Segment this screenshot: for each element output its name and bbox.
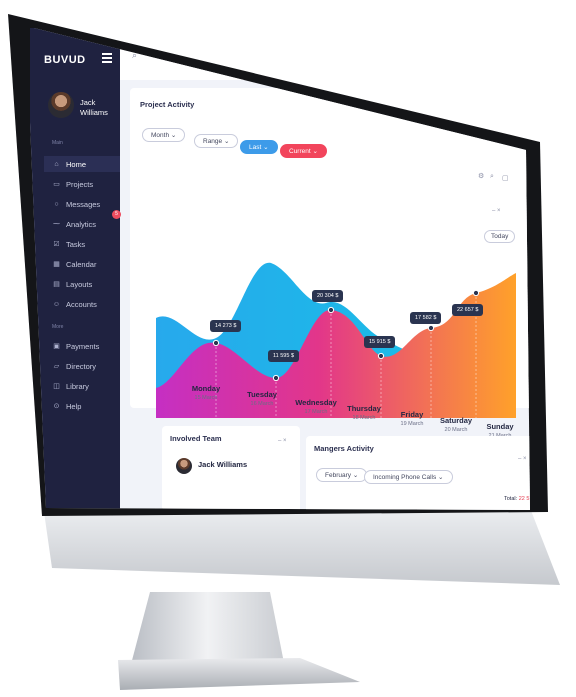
value-tooltip: 14 273 $: [210, 320, 242, 332]
calendar-icon: ▦: [53, 261, 60, 268]
gear-icon[interactable]: ⚙: [478, 172, 484, 180]
pill-label: Incoming Phone Calls: [373, 473, 437, 481]
sidebar-item-directory[interactable]: ▱ Directory: [44, 358, 120, 374]
value-tooltip: 20 304 $: [312, 290, 344, 302]
chevron-down-icon: ⌄: [438, 474, 444, 481]
sidebar-item-projects[interactable]: ▭ Projects: [44, 176, 120, 192]
last-filter[interactable]: Last ⌄: [240, 140, 278, 154]
sidebar-item-layouts[interactable]: ▤ Layouts: [44, 276, 120, 292]
value-tooltip: 11 595 $: [268, 350, 300, 362]
user-name: Jack Williams: [80, 98, 108, 117]
sidebar-item-label: Payments: [66, 341, 100, 351]
day-label: Monday: [191, 384, 221, 393]
chevron-down-icon: ⌄: [263, 144, 269, 151]
chevron-down-icon: ⌄: [352, 472, 359, 479]
sidebar-item-accounts[interactable]: ☺ Accounts: [44, 296, 120, 312]
brand-logo: BUVUD: [44, 54, 86, 66]
chevron-down-icon: ⌄: [170, 132, 177, 139]
avatar[interactable]: [176, 458, 192, 474]
collapse-icon[interactable]: – ×: [492, 208, 501, 214]
sidebar-item-label: Messages: [66, 199, 101, 209]
sidebar-item-label: Directory: [66, 361, 97, 371]
date-label: 16 March: [250, 401, 274, 407]
data-point[interactable]: [272, 374, 280, 382]
month-filter[interactable]: Month ⌄: [142, 128, 186, 142]
data-point[interactable]: [427, 324, 435, 332]
avatar[interactable]: [48, 92, 74, 118]
date-label: 15 March: [194, 395, 218, 401]
current-filter[interactable]: Current ⌄: [280, 144, 327, 158]
card-title: Involved Team: [170, 434, 222, 443]
sidebar-item-analytics[interactable]: ⁓ Analytics: [44, 216, 120, 232]
pill-label: Month: [151, 131, 170, 139]
section-label-more: More: [52, 324, 64, 330]
sidebar-item-tasks[interactable]: ☑ Tasks: [44, 236, 120, 252]
total-label: Total:: [504, 496, 518, 502]
day-label: Tuesday: [247, 390, 277, 399]
data-point[interactable]: [377, 352, 385, 360]
sidebar-item-label: Analytics: [66, 219, 97, 229]
card-title: Mangers Activity: [314, 444, 374, 453]
card-title: Project Activity: [140, 100, 195, 109]
value-tooltip: 15 915 $: [364, 336, 396, 348]
home-icon: ⌂: [54, 160, 59, 168]
sidebar-item-calendar[interactable]: ▦ Calendar: [44, 256, 120, 272]
sidebar-item-label: Projects: [66, 179, 94, 189]
sidebar-item-label: Help: [66, 401, 82, 411]
message-icon: ○: [54, 200, 59, 208]
layouts-icon: ▤: [53, 281, 60, 288]
call-type-select[interactable]: Incoming Phone Calls ⌄: [364, 470, 453, 484]
sidebar-item-label: Tasks: [66, 239, 86, 249]
sidebar-item-payments[interactable]: ▣ Payments: [44, 338, 120, 354]
pill-label: February: [325, 471, 352, 479]
month-select[interactable]: February ⌄: [316, 468, 368, 482]
payments-icon: ▣: [53, 343, 60, 350]
sidebar-item-label: Layouts: [66, 279, 93, 289]
accounts-icon: ☺: [52, 300, 61, 308]
value-tooltip: 17 582 $: [410, 312, 442, 324]
sidebar-item-help[interactable]: ⊙ Help: [44, 398, 120, 414]
library-icon: ◫: [53, 383, 60, 390]
chevron-down-icon: ⌄: [312, 148, 318, 155]
pill-label: Current: [289, 147, 311, 155]
sidebar-item-label: Calendar: [66, 259, 97, 269]
sidebar-item-label: Library: [66, 381, 89, 391]
data-point[interactable]: [327, 306, 335, 314]
analytics-icon: ⁓: [53, 221, 60, 228]
folder-icon: ▭: [53, 181, 60, 188]
sidebar-item-label: Accounts: [66, 299, 97, 309]
sidebar-item-home[interactable]: ⌂ Home: [44, 156, 120, 172]
data-point[interactable]: [472, 289, 480, 297]
member-name: Jack Williams: [198, 460, 248, 469]
day-label: Sunday: [486, 422, 514, 431]
tasks-icon: ☑: [53, 241, 60, 248]
directory-icon: ▱: [53, 363, 60, 370]
pill-label: Last: [249, 143, 262, 151]
collapse-icon[interactable]: – ×: [518, 456, 527, 462]
data-point[interactable]: [212, 339, 220, 347]
menu-icon[interactable]: [102, 53, 112, 63]
chevron-down-icon: ⌄: [223, 138, 230, 145]
collapse-icon[interactable]: – ×: [278, 438, 287, 444]
pill-label: Range: [203, 137, 223, 145]
sidebar-item-library[interactable]: ◫ Library: [44, 378, 120, 394]
sidebar-item-label: Home: [66, 159, 87, 169]
help-icon: ⊙: [53, 403, 60, 410]
value-tooltip: 22 657 $: [452, 304, 484, 316]
sidebar: BUVUD Jack Williams Main ⌂ Home ▭ Projec…: [30, 28, 121, 510]
section-label-main: Main: [52, 140, 63, 146]
search-icon[interactable]: ⌕: [490, 173, 494, 181]
lock-icon[interactable]: ▢: [502, 174, 509, 182]
sidebar-item-messages[interactable]: ○ Messages: [44, 196, 120, 212]
range-filter[interactable]: Range ⌄: [194, 134, 239, 148]
